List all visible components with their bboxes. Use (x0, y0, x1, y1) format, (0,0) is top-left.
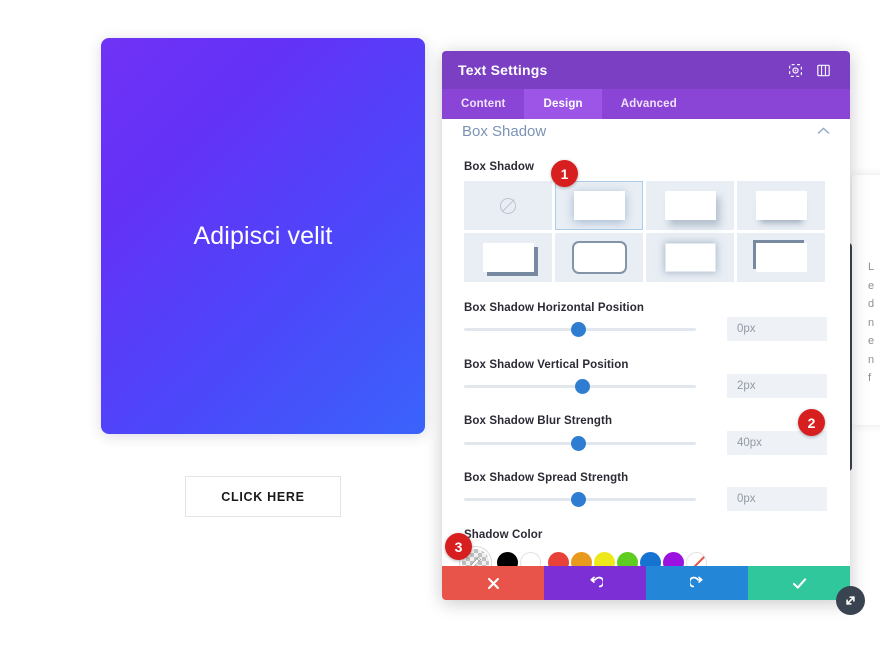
blur-strength-knob[interactable] (571, 436, 586, 451)
settings-scroll-body: Box Shadow Box Shadow Horizontal Positio… (442, 143, 850, 566)
page-canvas: Adipisci velit CLICK HERE (0, 0, 440, 647)
modal-tabs: Content Design Advanced (442, 89, 850, 119)
modal-title: Text Settings (458, 62, 548, 78)
save-button[interactable] (748, 566, 850, 600)
spread-strength-slider-row: 0px (464, 487, 827, 511)
box-shadow-preset-soft[interactable] (555, 181, 643, 230)
vertical-position-slider-row: 2px (464, 374, 827, 398)
horizontal-position-knob[interactable] (571, 322, 586, 337)
resize-handle-icon[interactable] (836, 586, 865, 615)
cancel-button[interactable] (442, 566, 544, 600)
black-swatch[interactable] (497, 552, 518, 566)
purple-swatch[interactable] (663, 552, 684, 566)
vertical-position-value[interactable]: 2px (727, 374, 827, 398)
box-shadow-label: Box Shadow (464, 161, 535, 173)
focus-target-icon[interactable] (784, 59, 806, 81)
box-shadow-preset-none[interactable] (464, 181, 552, 230)
badge-1: 1 (551, 160, 578, 187)
hero-text-module[interactable]: Adipisci velit (101, 38, 425, 434)
tab-advanced[interactable]: Advanced (602, 89, 696, 119)
red-swatch[interactable] (548, 552, 569, 566)
blue-swatch[interactable] (640, 552, 661, 566)
text-settings-modal: Text Settings Content Design Advanced Bo… (442, 51, 850, 600)
redo-button[interactable] (646, 566, 748, 600)
layout-panel-icon[interactable] (812, 59, 834, 81)
blur-strength-label: Box Shadow Blur Strength (464, 415, 613, 427)
background-panel-text: Lednenf (868, 261, 875, 384)
yellow-swatch[interactable] (594, 552, 615, 566)
no-shadow-icon (500, 197, 516, 214)
box-shadow-preset-edge[interactable] (737, 233, 825, 282)
spread-strength-knob[interactable] (571, 492, 586, 507)
box-shadow-preset-ring[interactable] (555, 233, 643, 282)
chevron-up-icon[interactable] (817, 124, 830, 138)
shadow-color-label: Shadow Color (464, 529, 543, 541)
green-swatch[interactable] (617, 552, 638, 566)
modal-header: Text Settings (442, 51, 850, 89)
blur-strength-slider-row: 40px (464, 431, 827, 455)
box-shadow-preset-grid (464, 181, 825, 282)
box-shadow-preset-under[interactable] (737, 181, 825, 230)
tab-content[interactable]: Content (442, 89, 524, 119)
modal-action-bar (442, 566, 850, 600)
spread-strength-value[interactable]: 0px (727, 487, 827, 511)
orange-swatch[interactable] (571, 552, 592, 566)
box-shadow-preset-inner[interactable] (646, 233, 734, 282)
vertical-position-label: Box Shadow Vertical Position (464, 359, 629, 371)
shadow-color-swatches (462, 549, 707, 566)
none-swatch[interactable] (686, 552, 707, 566)
vertical-position-knob[interactable] (575, 379, 590, 394)
hero-title: Adipisci velit (193, 221, 333, 250)
badge-2: 2 (798, 409, 825, 436)
modal-body: Box Shadow Box Shadow Box Shadow Horizon… (442, 119, 850, 566)
click-here-button[interactable]: CLICK HERE (185, 476, 341, 517)
horizontal-position-slider-row: 0px (464, 317, 827, 341)
badge-3: 3 (445, 533, 472, 560)
spread-strength-label: Box Shadow Spread Strength (464, 472, 629, 484)
horizontal-position-value[interactable]: 0px (727, 317, 827, 341)
box-shadow-section-header[interactable]: Box Shadow (442, 119, 850, 143)
box-shadow-preset-corner[interactable] (464, 233, 552, 282)
horizontal-position-label: Box Shadow Horizontal Position (464, 302, 644, 314)
box-shadow-preset-bottom[interactable] (646, 181, 734, 230)
screen-root: Adipisci velit CLICK HERE Lednenf Text S… (0, 0, 880, 647)
white-swatch[interactable] (520, 552, 541, 566)
section-title: Box Shadow (462, 122, 547, 140)
tab-design[interactable]: Design (524, 89, 602, 119)
undo-button[interactable] (544, 566, 646, 600)
